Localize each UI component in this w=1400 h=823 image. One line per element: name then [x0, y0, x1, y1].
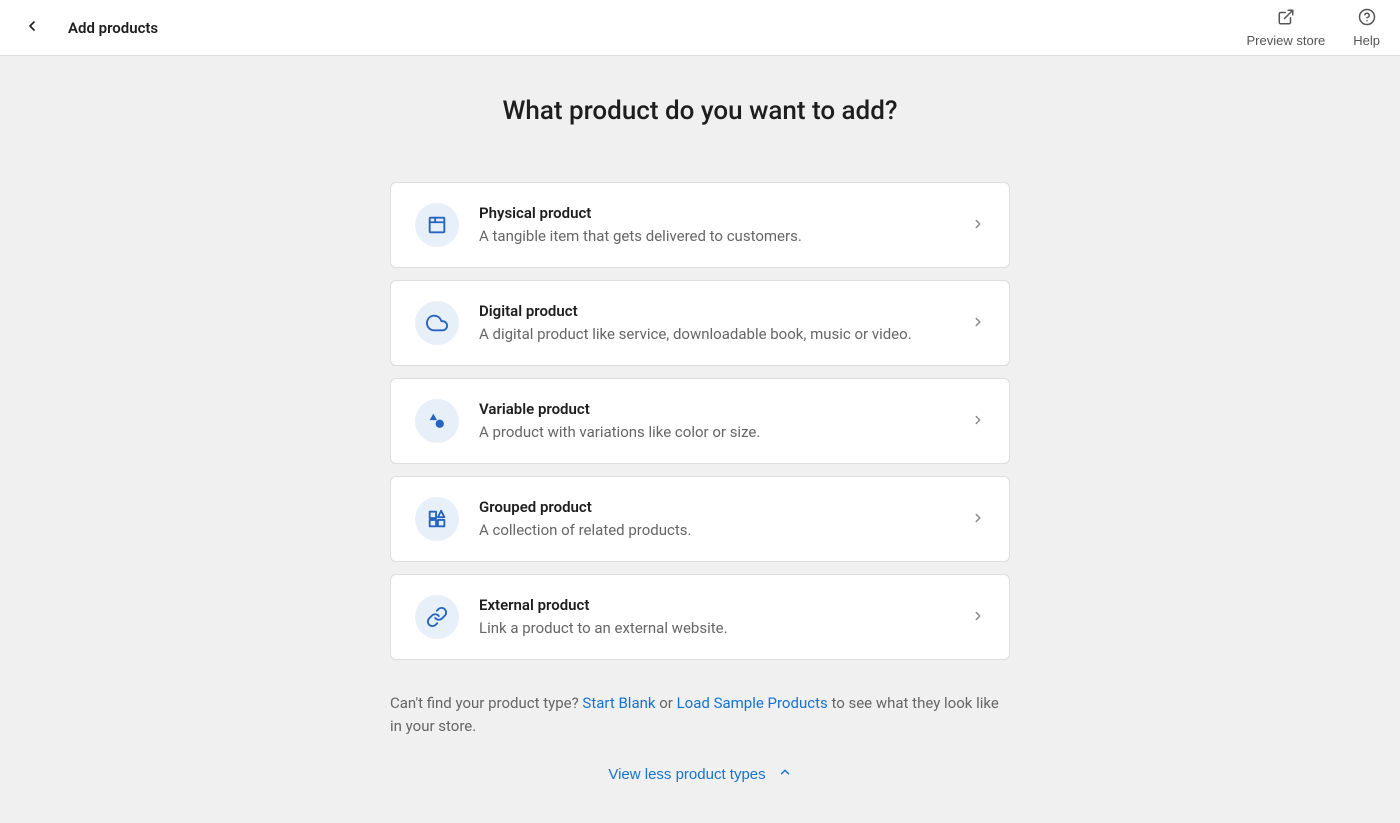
card-text: Digital product A digital product like s… [479, 302, 951, 345]
preview-store-button[interactable]: Preview store [1247, 8, 1326, 48]
card-title: Variable product [479, 400, 951, 418]
card-title: External product [479, 596, 951, 614]
header-bar: Add products Preview store Help [0, 0, 1400, 56]
product-type-variable[interactable]: Variable product A product with variatio… [390, 378, 1010, 464]
footer-help-text: Can't find your product type? Start Blan… [390, 692, 1010, 737]
card-title: Digital product [479, 302, 951, 320]
card-description: Link a product to an external website. [479, 618, 951, 639]
header-left: Add products [20, 14, 158, 41]
page-title: Add products [68, 19, 158, 37]
help-label: Help [1353, 33, 1380, 48]
card-description: A tangible item that gets delivered to c… [479, 226, 951, 247]
product-type-physical[interactable]: Physical product A tangible item that ge… [390, 182, 1010, 268]
chevron-right-icon [971, 412, 985, 431]
chevron-right-icon [971, 608, 985, 627]
chevron-right-icon [971, 314, 985, 333]
card-text: Physical product A tangible item that ge… [479, 204, 951, 247]
cloud-icon [415, 301, 459, 345]
card-description: A collection of related products. [479, 520, 951, 541]
card-title: Grouped product [479, 498, 951, 516]
external-link-icon [1277, 8, 1295, 29]
grid-icon [415, 497, 459, 541]
help-icon [1358, 8, 1376, 29]
main-heading: What product do you want to add? [390, 96, 1010, 126]
box-icon [415, 203, 459, 247]
chevron-left-icon [24, 18, 40, 37]
card-title: Physical product [479, 204, 951, 222]
chevron-up-icon [778, 765, 792, 783]
product-type-digital[interactable]: Digital product A digital product like s… [390, 280, 1010, 366]
back-button[interactable] [20, 14, 44, 41]
load-sample-link[interactable]: Load Sample Products [677, 694, 828, 712]
chevron-right-icon [971, 510, 985, 529]
card-text: Grouped product A collection of related … [479, 498, 951, 541]
card-text: Variable product A product with variatio… [479, 400, 951, 443]
product-type-grouped[interactable]: Grouped product A collection of related … [390, 476, 1010, 562]
card-description: A digital product like service, download… [479, 324, 951, 345]
card-description: A product with variations like color or … [479, 422, 951, 443]
help-button[interactable]: Help [1353, 8, 1380, 48]
product-type-list: Physical product A tangible item that ge… [390, 182, 1010, 660]
shapes-icon [415, 399, 459, 443]
chevron-right-icon [971, 216, 985, 235]
start-blank-link[interactable]: Start Blank [582, 694, 655, 712]
view-less-toggle[interactable]: View less product types [390, 765, 1010, 783]
footer-or: or [656, 694, 677, 712]
header-right: Preview store Help [1247, 8, 1381, 48]
footer-prefix: Can't find your product type? [390, 694, 582, 712]
product-type-external[interactable]: External product Link a product to an ex… [390, 574, 1010, 660]
main-content: What product do you want to add? Physica… [390, 56, 1010, 823]
card-text: External product Link a product to an ex… [479, 596, 951, 639]
link-icon [415, 595, 459, 639]
preview-store-label: Preview store [1247, 33, 1326, 48]
toggle-label: View less product types [608, 766, 765, 783]
